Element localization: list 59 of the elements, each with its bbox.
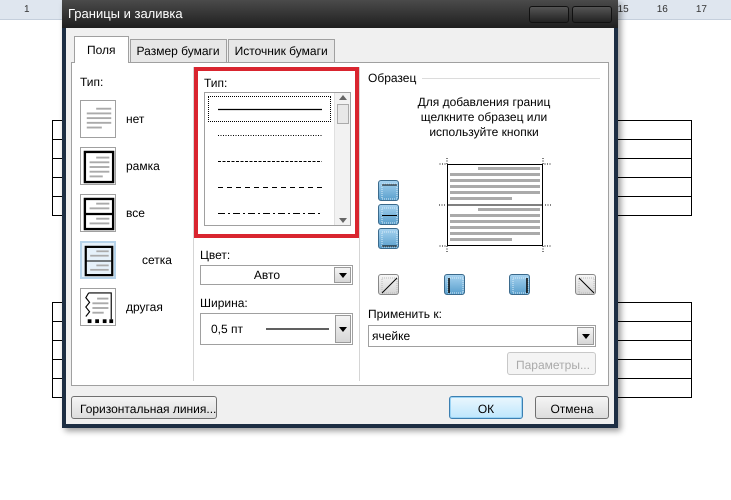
ruler-number: 1 [23, 3, 31, 17]
tab[interactable]: Размер бумаги [130, 39, 227, 62]
border-toggle-button[interactable] [378, 228, 399, 249]
setting-option[interactable] [80, 288, 116, 326]
dialog-button[interactable]: Горизонтальная линия... [71, 396, 217, 419]
setting-option-label: все [126, 204, 145, 222]
setting-option[interactable] [80, 240, 116, 278]
setting-option-label: другая [126, 298, 163, 316]
line-sample-icon [218, 186, 322, 188]
setting-option-label: рамка [126, 158, 160, 174]
setting-option-label: нет [126, 110, 144, 128]
line-style-list[interactable] [204, 92, 351, 226]
title-bar-button[interactable] [529, 6, 569, 22]
caret-icon [582, 334, 590, 338]
line-sample-icon [266, 328, 330, 330]
grid-border-icon [84, 244, 114, 276]
line-sample-icon [218, 212, 322, 214]
setting-label: Тип: [80, 74, 104, 91]
tab[interactable]: Поля [74, 36, 129, 63]
dialog-button[interactable]: ОК [449, 396, 523, 419]
ruler-number: 17 [694, 3, 708, 17]
border-toggle-button[interactable] [509, 274, 530, 295]
scroll-thumb[interactable] [336, 104, 348, 124]
ruler-number: 15 [616, 3, 630, 17]
line-sample-icon [218, 160, 322, 162]
line-sample-icon [218, 108, 322, 110]
instructions-text: Для добавления границ щелкните образец или используйте кнопки [416, 95, 552, 140]
ruler-number: 16 [656, 3, 669, 17]
scroll-up-icon[interactable] [338, 95, 346, 100]
width-dropdown[interactable]: 0,5 пт [200, 313, 353, 345]
group-title: Образец [368, 70, 416, 87]
apply-to-label: Применить к: [368, 306, 443, 323]
setting-option[interactable] [80, 146, 116, 184]
apply-to-dropdown[interactable]: ячейке [368, 325, 596, 347]
custom-border-icon [83, 290, 115, 324]
scrollbar[interactable] [334, 93, 350, 225]
border-toggle-button[interactable] [574, 274, 596, 295]
border-toggle-button[interactable] [378, 204, 399, 225]
scroll-down-icon[interactable] [338, 218, 346, 223]
all-border-icon [83, 196, 115, 230]
color-label: Цвет: [200, 247, 232, 264]
close-button[interactable] [572, 6, 612, 22]
tab[interactable]: Источник бумаги [228, 39, 335, 62]
dialog-button[interactable]: Отмена [535, 396, 609, 419]
box-border-icon [83, 150, 115, 184]
border-toggle-button[interactable] [378, 274, 399, 295]
line-sample-icon [218, 134, 322, 136]
setting-option[interactable] [80, 194, 116, 232]
border-toggle-button[interactable] [378, 180, 399, 201]
setting-option-label: сетка [142, 252, 172, 268]
caret-icon [339, 326, 348, 332]
border-toggle-button[interactable] [444, 274, 465, 295]
line-style-option[interactable] [208, 96, 331, 122]
color-dropdown[interactable]: Авто [200, 265, 353, 285]
window-title: Границы и заливка [68, 5, 183, 24]
caret-icon [338, 272, 346, 278]
page-preview-drawing[interactable] [439, 158, 551, 252]
style-label: Тип: [204, 75, 228, 92]
width-label: Ширина: [200, 295, 249, 312]
